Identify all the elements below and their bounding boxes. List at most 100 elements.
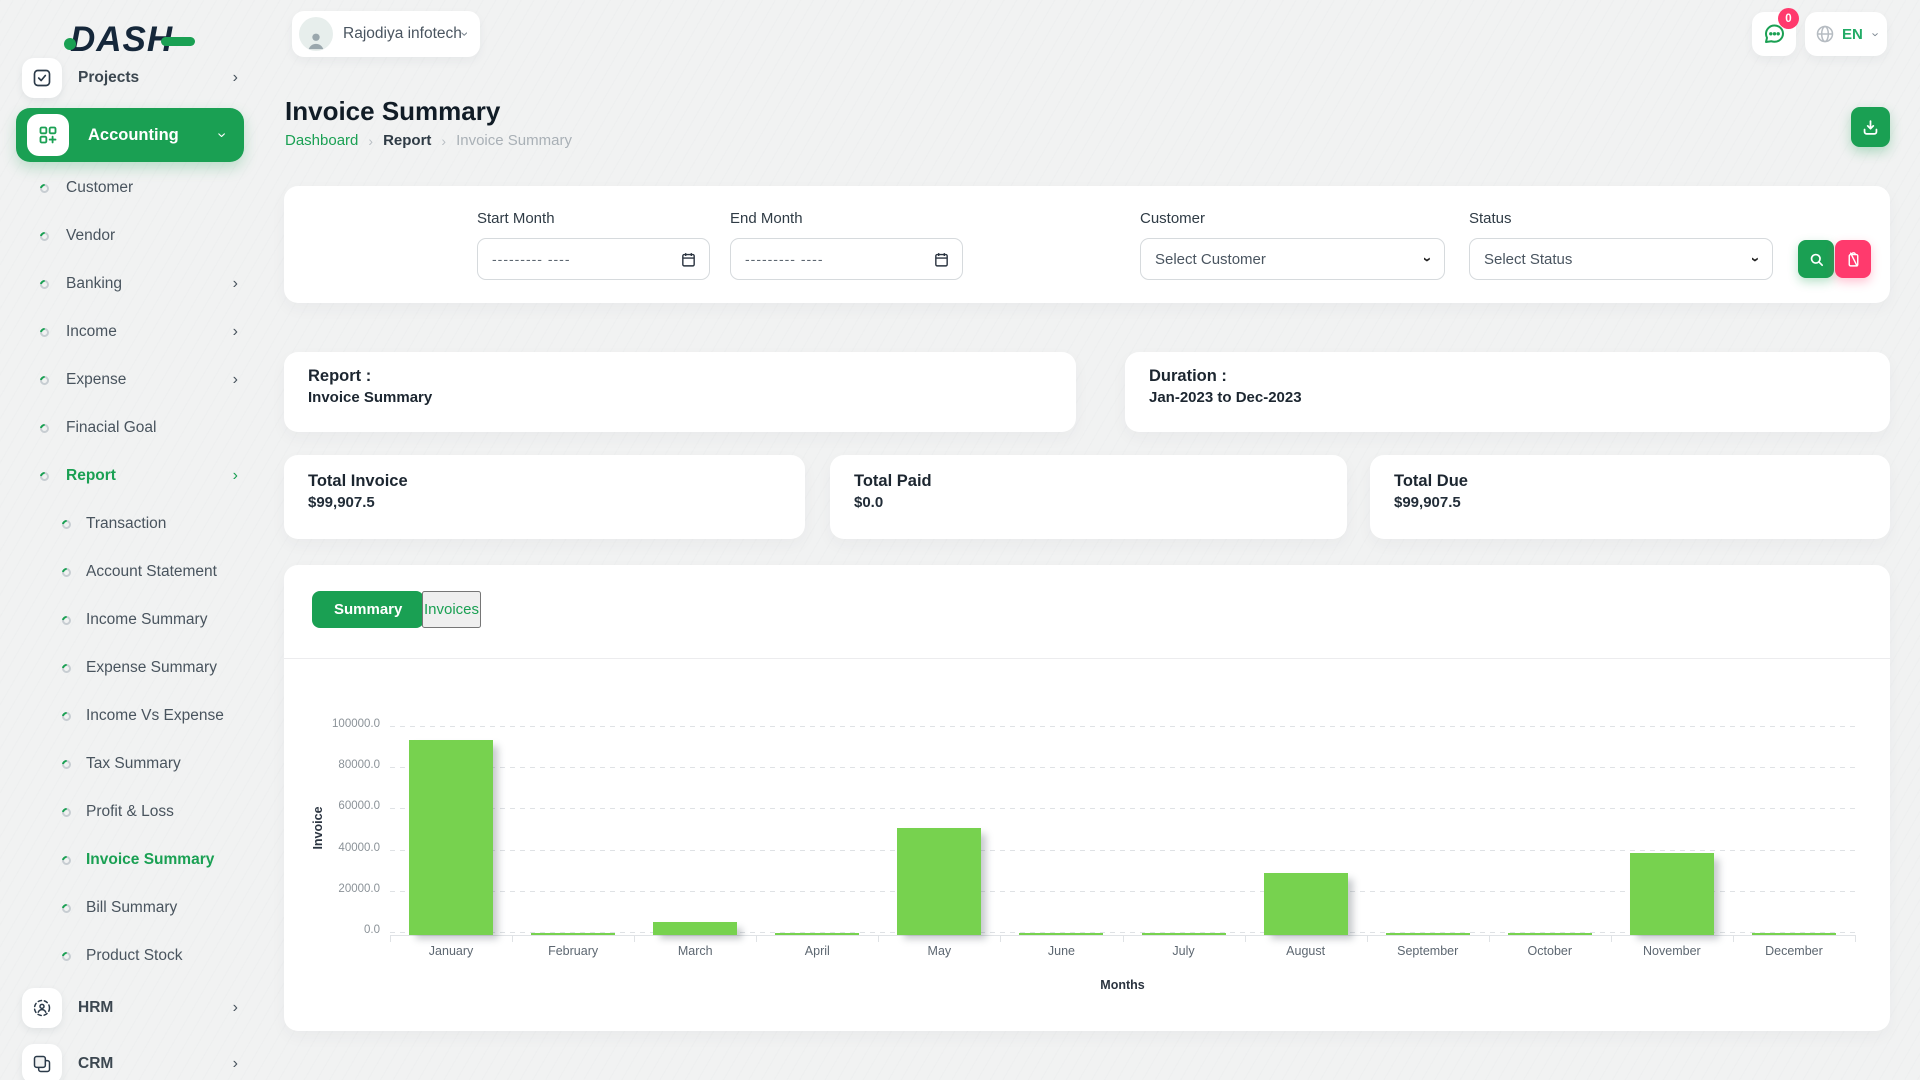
bar-august[interactable] — [1264, 873, 1348, 935]
sidebar-item-label: Expense — [66, 371, 126, 389]
bar-may[interactable] — [897, 828, 981, 935]
bar-march[interactable] — [653, 922, 737, 935]
y-axis-title: Invoice — [311, 778, 325, 878]
x-axis-category-label: September — [1367, 944, 1489, 958]
start-month-input[interactable]: --------- ---- — [477, 238, 710, 280]
bar-june[interactable] — [1019, 933, 1103, 935]
sidebar-group-accounting[interactable]: Accounting› — [16, 108, 244, 162]
bar-january[interactable] — [409, 740, 493, 935]
stat-label: Total Invoice — [308, 472, 781, 491]
sidebar-item-product-stock[interactable]: Product Stock — [0, 932, 262, 980]
sidebar-item-income-summary[interactable]: Income Summary — [0, 596, 262, 644]
reset-filter-button[interactable] — [1835, 240, 1871, 278]
sidebar-item-expense-summary[interactable]: Expense Summary — [0, 644, 262, 692]
x-axis-category-label: December — [1733, 944, 1855, 958]
sidebar-item-account-statement[interactable]: Account Statement — [0, 548, 262, 596]
tab-invoices[interactable]: Invoices — [422, 591, 481, 628]
x-axis-tick — [1000, 935, 1001, 942]
bullet-icon — [38, 326, 51, 339]
x-axis-category-label: February — [512, 944, 634, 958]
sidebar-item-income-vs-expense[interactable]: Income Vs Expense — [0, 692, 262, 740]
x-axis-tick — [878, 935, 879, 942]
bar-february[interactable] — [531, 933, 615, 935]
x-axis-tick — [390, 935, 391, 942]
bullet-icon — [38, 374, 51, 387]
sidebar-item-income[interactable]: Income› — [0, 308, 262, 356]
logo-accent-dash — [161, 37, 195, 46]
bullet-icon — [38, 422, 51, 435]
chevron-right-icon: › — [233, 324, 238, 340]
gridline — [390, 767, 1855, 768]
end-month-input[interactable]: --------- ---- — [730, 238, 963, 280]
gridline — [390, 726, 1855, 727]
breadcrumb-item-2[interactable]: Report — [383, 132, 431, 149]
x-axis-category-label: August — [1245, 944, 1367, 958]
bar-november[interactable] — [1630, 853, 1714, 935]
breadcrumb-item-1[interactable]: Dashboard — [285, 132, 358, 149]
bar-april[interactable] — [775, 933, 859, 935]
apply-filter-button[interactable] — [1798, 240, 1834, 278]
sidebar-item-label: Profit & Loss — [86, 803, 174, 821]
sidebar-menu: Projects› Accounting› Customer VendorBankin… — [0, 54, 262, 1080]
sidebar-item-label: Account Statement — [86, 563, 217, 581]
y-axis-tick-label: 60000.0 — [284, 800, 380, 812]
bar-december[interactable] — [1752, 933, 1836, 935]
sidebar-item-tax-summary[interactable]: Tax Summary — [0, 740, 262, 788]
end-month-label: End Month — [730, 210, 803, 227]
gridline — [390, 850, 1855, 851]
stat-value: $99,907.5 — [308, 494, 781, 511]
x-axis-tick — [1245, 935, 1246, 942]
bar-october[interactable] — [1508, 933, 1592, 935]
bullet-icon — [38, 230, 51, 243]
report-info-label: Report : — [308, 367, 1052, 386]
sidebar-item-projects[interactable]: Projects› — [0, 54, 262, 102]
sidebar-item-label: Customer — [66, 179, 133, 197]
x-axis-tick — [1855, 935, 1856, 942]
x-axis-tick — [634, 935, 635, 942]
chevron-right-icon: › — [233, 468, 238, 484]
sidebar-item-bill-summary[interactable]: Bill Summary — [0, 884, 262, 932]
bullet-icon — [38, 182, 51, 195]
sidebar-item-expense[interactable]: Expense› — [0, 356, 262, 404]
download-icon — [1861, 118, 1880, 137]
stat-value: $99,907.5 — [1394, 494, 1866, 511]
status-select[interactable]: Select Status › — [1469, 238, 1773, 280]
x-axis-category-label: May — [878, 944, 1000, 958]
report-info-value: Invoice Summary — [308, 389, 1052, 406]
sidebar-item-finacial-goal[interactable]: Finacial Goal — [0, 404, 262, 452]
customer-select[interactable]: Select Customer › — [1140, 238, 1445, 280]
chevron-right-icon: › — [233, 70, 238, 86]
bar-september[interactable] — [1386, 933, 1470, 935]
main-content: Invoice Summary Dashboard›Report›Invoice… — [284, 0, 1890, 1080]
x-axis-category-label: March — [634, 944, 756, 958]
bullet-icon — [60, 758, 73, 771]
sidebar-item-banking[interactable]: Banking› — [0, 260, 262, 308]
sidebar-item-label: Report — [66, 467, 116, 485]
x-axis-category-label: October — [1489, 944, 1611, 958]
brand-logo[interactable]: DASH — [64, 22, 195, 56]
sidebar-item-label: Income Summary — [86, 611, 207, 629]
sidebar-item-label: Finacial Goal — [66, 419, 156, 437]
bullet-icon — [60, 854, 73, 867]
duration-info-value: Jan-2023 to Dec-2023 — [1149, 389, 1866, 406]
sidebar-item-report[interactable]: Report › — [0, 452, 262, 500]
sidebar-item-customer[interactable]: Customer — [0, 164, 262, 212]
status-label: Status — [1469, 210, 1512, 227]
sidebar-item-vendor[interactable]: Vendor — [0, 212, 262, 260]
bar-july[interactable] — [1142, 933, 1226, 935]
bullet-icon — [60, 710, 73, 723]
sidebar-item-label: Income Vs Expense — [86, 707, 224, 725]
breadcrumb-item-3: Invoice Summary — [456, 132, 572, 149]
sidebar-item-profit-loss[interactable]: Profit & Loss — [0, 788, 262, 836]
notification-badge: 0 — [1778, 8, 1799, 29]
download-button[interactable] — [1851, 107, 1890, 147]
sidebar-item-transaction[interactable]: Transaction — [0, 500, 262, 548]
x-axis-category-label: November — [1611, 944, 1733, 958]
reset-icon — [1845, 251, 1862, 268]
sidebar-item-invoice-summary[interactable]: Invoice Summary — [0, 836, 262, 884]
duration-info-label: Duration : — [1149, 367, 1866, 386]
chevron-right-icon: › — [233, 1056, 238, 1072]
tab-summary[interactable]: Summary — [312, 591, 424, 628]
sidebar-item-crm[interactable]: CRM› — [0, 1036, 262, 1080]
sidebar-item-hrm[interactable]: HRM› — [0, 980, 262, 1036]
